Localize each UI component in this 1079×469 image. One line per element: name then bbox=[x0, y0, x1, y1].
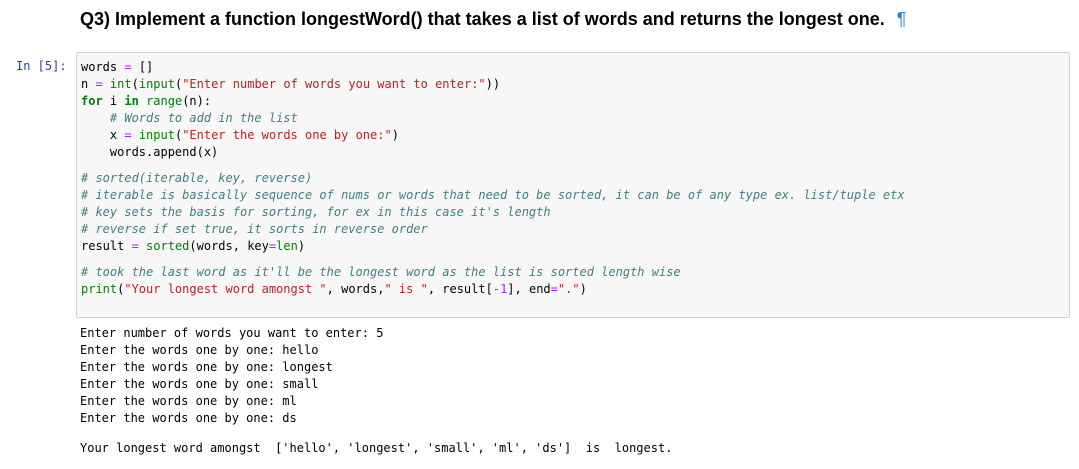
markdown-heading: Q3) Implement a function longestWord() t… bbox=[80, 9, 906, 30]
code-line: # Words to add in the list bbox=[109, 111, 298, 125]
code-line: # sorted(iterable, key, reverse) bbox=[81, 171, 313, 185]
code-line: result = sorted(words, key=len) bbox=[81, 239, 306, 253]
output-line: Enter the words one by one: hello bbox=[80, 343, 319, 357]
output-line: Enter number of words you want to enter:… bbox=[80, 326, 384, 340]
code-line: words.append(x) bbox=[81, 145, 219, 159]
anchor-link-icon[interactable]: ¶ bbox=[897, 9, 907, 29]
code-line: # took the last word as it'll be the lon… bbox=[81, 265, 681, 279]
cell-output: Enter number of words you want to enter:… bbox=[80, 325, 672, 457]
code-line: # iterable is basically sequence of nums… bbox=[81, 188, 905, 202]
output-result-line: Your longest word amongst ['hello', 'lon… bbox=[80, 441, 673, 455]
cell-prompt: In [5]: bbox=[16, 59, 67, 73]
output-line: Enter the words one by one: ml bbox=[80, 394, 297, 408]
code-line: # key sets the basis for sorting, for ex… bbox=[81, 205, 551, 219]
output-line: Enter the words one by one: longest bbox=[80, 360, 333, 374]
code-line: # reverse if set true, it sorts in rever… bbox=[81, 222, 428, 236]
output-gap bbox=[80, 427, 672, 440]
output-line: Enter the words one by one: small bbox=[80, 377, 319, 391]
code-cell-editor[interactable]: words = [] n = int(input("Enter number o… bbox=[76, 52, 1070, 318]
code-line: words = [] bbox=[81, 60, 154, 74]
heading-text: Q3) Implement a function longestWord() t… bbox=[80, 9, 885, 29]
code-line: for i in range(n): bbox=[81, 94, 212, 108]
code-line: x = input("Enter the words one by one:") bbox=[81, 128, 399, 142]
code-line: n = int(input("Enter number of words you… bbox=[81, 77, 501, 91]
code-line: print("Your longest word amongst ", word… bbox=[81, 282, 587, 296]
output-line: Enter the words one by one: ds bbox=[80, 411, 297, 425]
